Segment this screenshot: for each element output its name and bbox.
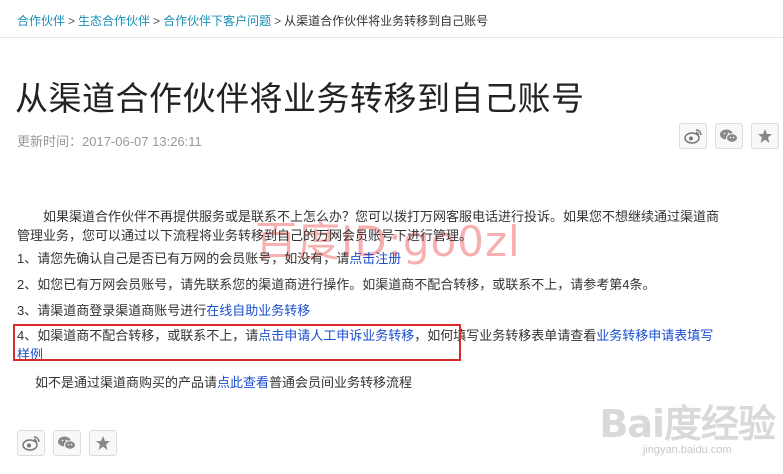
star-icon [758, 129, 772, 143]
paragraph-non-partner: 如不是通过渠道商购买的产品请点此查看普通会员间业务转移流程 [17, 373, 775, 392]
breadcrumb-separator: > [68, 14, 76, 28]
breadcrumb-link-partners[interactable]: 合作伙伴 [17, 14, 65, 28]
breadcrumb-separator: > [274, 14, 282, 28]
wechat-icon [720, 129, 738, 143]
register-link[interactable]: 点击注册 [349, 251, 401, 266]
step-3-text: 3、请渠道商登录渠道商账号进行 [17, 303, 207, 318]
baidu-jingyan-watermark: Bai度经验 jingyan.baidu.com [599, 393, 776, 456]
step-1: 1、请您先确认自己是否已有万网的会员账号，如没有，请点击注册 [17, 249, 775, 268]
favorite-button[interactable] [751, 123, 779, 149]
share-toolbar-top [679, 123, 779, 149]
weibo-icon [22, 436, 40, 451]
star-icon [96, 436, 110, 450]
step-2-text: 2、如您已有万网会员账号，请先联系您的渠道商进行操作。如渠道商不配合转移，或联系… [17, 277, 656, 292]
share-weibo-button[interactable] [679, 123, 707, 149]
update-time-value: 2017-06-07 13:26:11 [82, 134, 202, 149]
favorite-button-bottom[interactable] [89, 430, 117, 456]
step-4-text: 4、如渠道商不配合转移，或联系不上，请 [17, 328, 259, 343]
header-divider [0, 37, 783, 38]
share-toolbar-bottom [17, 430, 117, 456]
transfer-form-sample-link-cont[interactable]: 样例 [17, 347, 43, 362]
wechat-icon [58, 436, 76, 450]
view-here-link[interactable]: 点此查看 [217, 375, 269, 390]
transfer-form-sample-link[interactable]: 业务转移申请表填写 [596, 328, 713, 343]
share-wechat-button[interactable] [715, 123, 743, 149]
intro-line-2: 管理业务，您可以通过以下流程将业务转移到自己的万网会员账号下进行管理。 [17, 228, 473, 243]
breadcrumb: 合作伙伴 > 生态合作伙伴 > 合作伙伴下客户问题 > 从渠道合作伙伴将业务转移到自己账号 [17, 12, 488, 29]
step-4-text-2: ，如何填写业务转移表单请查看 [414, 328, 597, 343]
page-title: 从渠道合作伙伴将业务转移到自己账号 [15, 80, 585, 117]
non-partner-text: 如不是通过渠道商购买的产品请 [35, 375, 218, 390]
watermark-logo-text: Bai度经验 [599, 402, 776, 446]
breadcrumb-separator: > [153, 14, 161, 28]
share-wechat-button-bottom[interactable] [53, 430, 81, 456]
paragraph-intro: 如果渠道合作伙伴不再提供服务或是联系不上怎么办？您可以拨打万网客服电话进行投诉。… [17, 207, 775, 245]
share-weibo-button-bottom[interactable] [17, 430, 45, 456]
step-3: 3、请渠道商登录渠道商账号进行在线自助业务转移 [17, 301, 775, 320]
update-time-label: 更新时间： [17, 134, 83, 149]
weibo-icon [684, 129, 702, 144]
non-partner-text-2: 普通会员间业务转移流程 [269, 375, 413, 390]
step-2: 2、如您已有万网会员账号，请先联系您的渠道商进行操作。如渠道商不配合转移，或联系… [17, 275, 775, 294]
breadcrumb-link-ecosystem-partners[interactable]: 生态合作伙伴 [78, 14, 150, 28]
manual-appeal-transfer-link[interactable]: 点击申请人工申诉业务转移 [258, 328, 414, 343]
update-time: 更新时间：2017-06-07 13:26:11 [17, 131, 202, 150]
breadcrumb-current: 从渠道合作伙伴将业务转移到自己账号 [284, 14, 489, 28]
step-4: 4、如渠道商不配合转移，或联系不上，请点击申请人工申诉业务转移，如何填写业务转移… [17, 326, 775, 364]
self-service-transfer-link[interactable]: 在线自助业务转移 [206, 303, 310, 318]
step-1-text: 1、请您先确认自己是否已有万网的会员账号，如没有，请 [17, 251, 350, 266]
intro-line-1: 如果渠道合作伙伴不再提供服务或是联系不上怎么办？您可以拨打万网客服电话进行投诉。… [43, 209, 720, 224]
breadcrumb-link-partner-customer-issues[interactable]: 合作伙伴下客户问题 [163, 14, 271, 28]
